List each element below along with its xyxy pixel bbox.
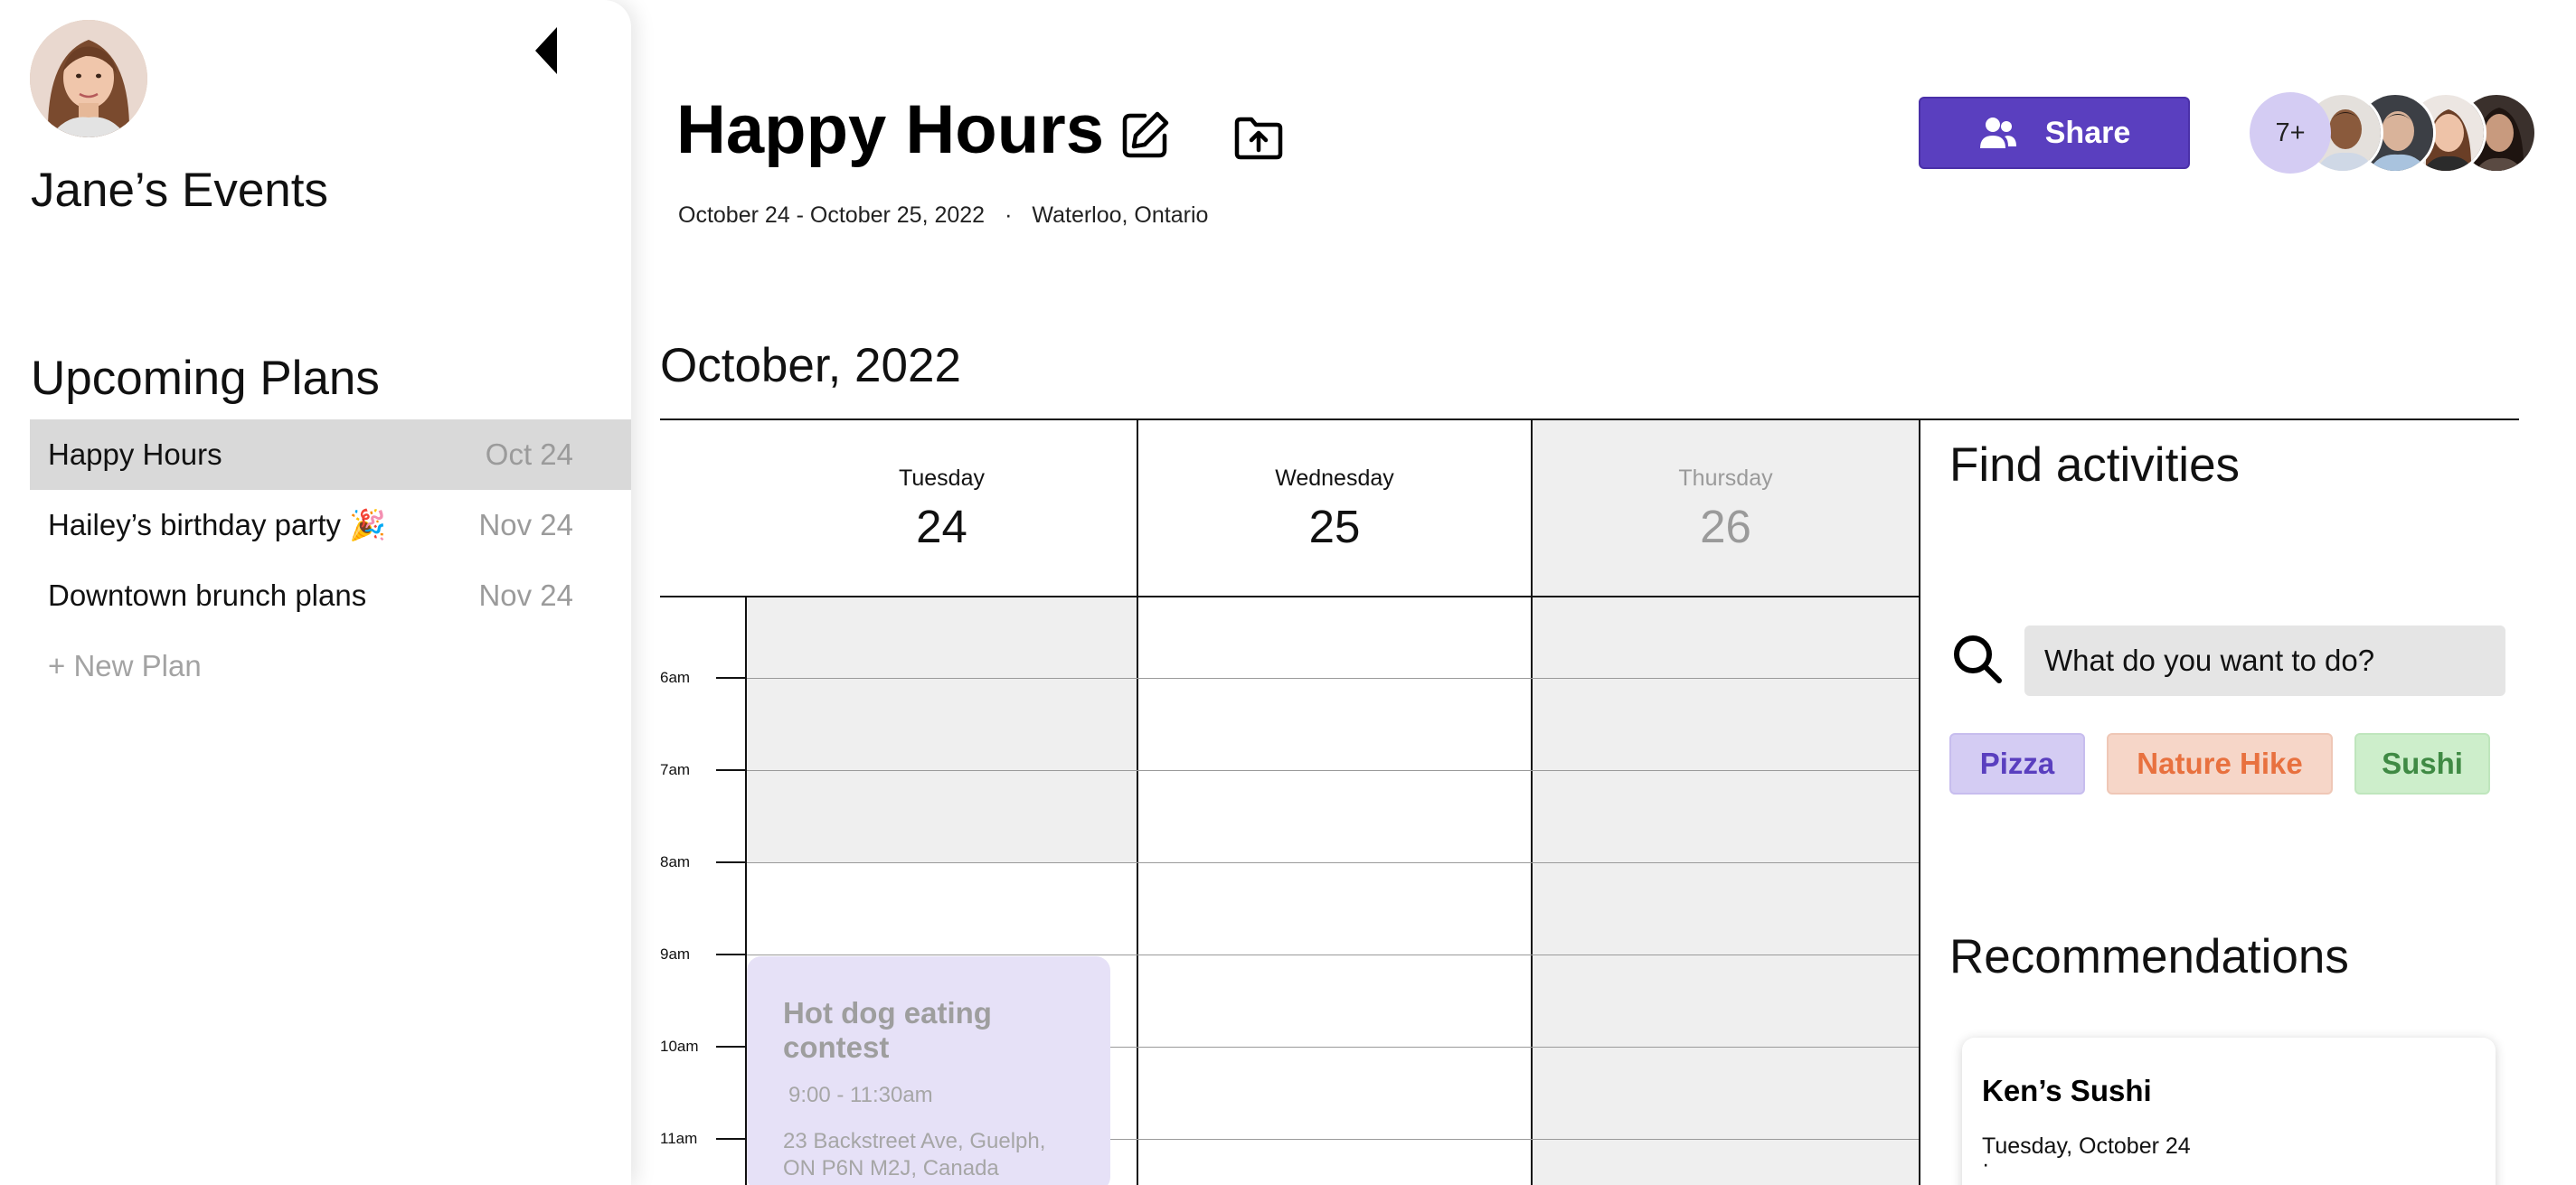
day-number: 26 bbox=[1700, 501, 1751, 552]
calendar-event[interactable]: Hot dog eating contest 9:00 - 11:30am 23… bbox=[747, 956, 1110, 1185]
plan-item-downtown-brunch[interactable]: Downtown brunch plans Nov 24 bbox=[30, 560, 631, 631]
time-label: 6am bbox=[660, 669, 691, 686]
more-collaborators-badge[interactable]: 7+ bbox=[2250, 92, 2331, 174]
event-name: Hot dog eating contest bbox=[783, 996, 992, 1064]
day-number: 24 bbox=[916, 501, 967, 552]
hour-tick bbox=[716, 861, 745, 863]
hour-line bbox=[747, 770, 1919, 771]
meta-separator: · bbox=[1005, 202, 1013, 228]
event-title: Happy Hours bbox=[676, 91, 1104, 168]
new-plan-button[interactable]: + New Plan bbox=[30, 631, 631, 701]
event-time: 9:00 - 11:30am bbox=[788, 1083, 933, 1107]
edit-icon[interactable] bbox=[1118, 108, 1172, 163]
plan-date: Nov 24 bbox=[478, 508, 573, 541]
sidebar: Jane’s Events Upcoming Plans Happy Hours… bbox=[0, 0, 631, 1185]
hour-tick bbox=[716, 1138, 745, 1140]
day-name: Tuesday bbox=[899, 466, 985, 491]
day-header-wednesday[interactable]: Wednesday 25 bbox=[1138, 420, 1531, 596]
hour-tick bbox=[716, 954, 745, 955]
activity-search-input[interactable] bbox=[2024, 625, 2505, 696]
chip-nature-hike[interactable]: Nature Hike bbox=[2107, 733, 2333, 795]
plan-name: Downtown brunch plans bbox=[48, 578, 367, 612]
export-folder-icon[interactable] bbox=[1233, 112, 1284, 163]
plan-item-happy-hours[interactable]: Happy Hours Oct 24 bbox=[30, 419, 631, 490]
user-avatar[interactable] bbox=[30, 20, 147, 137]
plan-item-haileys-birthday[interactable]: Hailey’s birthday party 🎉 Nov 24 bbox=[30, 490, 631, 560]
people-icon bbox=[1979, 118, 2016, 148]
upcoming-plans-heading: Upcoming Plans bbox=[31, 352, 380, 405]
search-icon[interactable] bbox=[1951, 633, 2004, 685]
sidebar-title: Jane’s Events bbox=[31, 164, 328, 217]
recommendation-separator: · bbox=[1982, 1152, 1990, 1177]
day-header-thursday[interactable]: Thursday 26 bbox=[1533, 420, 1919, 596]
recommendation-name: Ken’s Sushi bbox=[1982, 1074, 2152, 1107]
recommendations-heading: Recommendations bbox=[1949, 930, 2349, 983]
time-label: 7am bbox=[660, 761, 691, 778]
month-title: October, 2022 bbox=[660, 339, 961, 392]
chip-pizza[interactable]: Pizza bbox=[1949, 733, 2085, 795]
event-dates: October 24 - October 25, 2022 bbox=[678, 202, 986, 228]
plan-name: Happy Hours bbox=[48, 437, 222, 471]
recommendation-card[interactable]: Ken’s Sushi Tuesday, October 24 · bbox=[1962, 1038, 2496, 1185]
event-address: 23 Backstreet Ave, Guelph, ON P6N M2J, C… bbox=[783, 1129, 1046, 1180]
calendar-header-border bbox=[660, 596, 1919, 597]
share-label: Share bbox=[2044, 115, 2131, 150]
collapse-sidebar-icon[interactable] bbox=[532, 25, 559, 76]
hour-tick bbox=[716, 1046, 745, 1048]
plan-name: Hailey’s birthday party 🎉 bbox=[48, 507, 387, 541]
find-activities-heading: Find activities bbox=[1949, 438, 2241, 492]
day-header-tuesday[interactable]: Tuesday 24 bbox=[747, 420, 1137, 596]
recommendation-date: Tuesday, October 24 bbox=[1982, 1133, 2191, 1159]
plan-date: Nov 24 bbox=[478, 578, 573, 612]
time-label: 9am bbox=[660, 945, 691, 963]
share-button[interactable]: Share bbox=[1919, 97, 2190, 169]
unavailable-block bbox=[747, 597, 1137, 863]
event-location: Waterloo, Ontario bbox=[1032, 202, 1209, 228]
day-number: 25 bbox=[1308, 501, 1361, 552]
chip-sushi[interactable]: Sushi bbox=[2354, 733, 2490, 795]
hour-tick bbox=[716, 677, 745, 679]
event-meta: October 24 - October 25, 2022 · Waterloo… bbox=[678, 202, 1208, 229]
time-label: 8am bbox=[660, 853, 691, 870]
hour-line bbox=[747, 678, 1919, 679]
day-name: Wednesday bbox=[1275, 466, 1394, 491]
time-label: 11am bbox=[660, 1130, 698, 1147]
plan-date: Oct 24 bbox=[485, 437, 573, 471]
time-label: 10am bbox=[660, 1038, 699, 1055]
hour-tick bbox=[716, 769, 745, 771]
day-name: Thursday bbox=[1678, 466, 1773, 491]
app-root: Jane’s Events Upcoming Plans Happy Hours… bbox=[0, 0, 2576, 1185]
plan-list: Happy Hours Oct 24 Hailey’s birthday par… bbox=[30, 419, 631, 701]
hour-line bbox=[747, 862, 1919, 863]
column-divider bbox=[1919, 420, 1920, 1185]
